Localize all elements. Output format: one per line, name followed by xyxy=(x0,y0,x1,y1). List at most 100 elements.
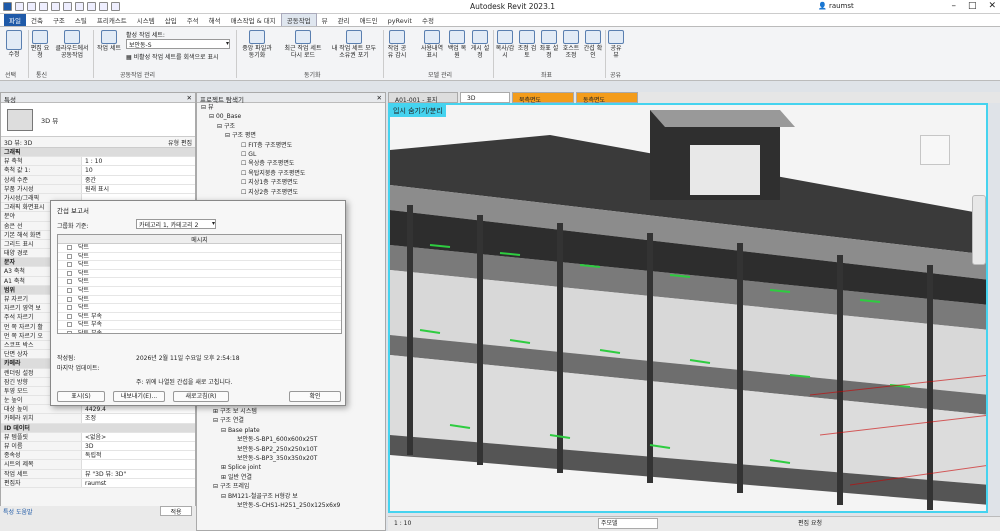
ribbon-tab[interactable]: 건축 xyxy=(26,14,48,26)
tree-node-base[interactable]: ⊟ 00_Base xyxy=(201,112,385,121)
open-icon[interactable] xyxy=(15,2,24,11)
property-row[interactable]: 상세 수준 중간 xyxy=(1,175,195,185)
gray-inactive-toggle[interactable]: ▦ 비활성 작업 세트를 회색으로 표시 xyxy=(126,52,219,61)
ribbon-tab[interactable]: 애드인 xyxy=(355,14,383,26)
clash-list-item[interactable]: 닥트 xyxy=(58,261,341,270)
property-value[interactable]: 4429.4 xyxy=(81,405,195,414)
ribbon-tab[interactable]: 뷰 xyxy=(317,14,333,26)
clash-list-item[interactable]: 닥트 xyxy=(58,296,341,305)
tree-leaf[interactable]: 보안동-S-CHS1-H251_250x125x6x9 xyxy=(201,501,381,510)
editing-requests-status[interactable]: 편집 요청 xyxy=(798,517,822,530)
property-row[interactable]: ID 데이터 xyxy=(1,423,195,433)
model-selector[interactable]: 주모델 xyxy=(598,518,658,529)
tree-node[interactable]: ⊟ 구조 연결 xyxy=(201,416,381,425)
shared-views-button[interactable]: 공유 뷰 xyxy=(607,30,625,59)
ribbon-tab[interactable]: 주석 xyxy=(182,14,204,26)
tree-node[interactable]: ⊞ Splice joint xyxy=(201,463,381,472)
tree-leaf[interactable]: ☐ 옥탑지붕층 구조평면도 xyxy=(201,169,385,178)
tree-node-structure[interactable]: ⊟ 구조 xyxy=(201,122,385,131)
relinquish-all-button[interactable]: 내 작업 세트 모두 소유권 포기 xyxy=(329,30,379,59)
minimize-button[interactable]: – xyxy=(951,1,956,11)
interference-check-button[interactable]: 간섭 확인 xyxy=(583,30,603,59)
ribbon-tab[interactable]: 구조 xyxy=(48,14,70,26)
show-history-button[interactable]: 사용내역 표시 xyxy=(420,30,444,59)
ribbon-tab[interactable]: 공동작업 xyxy=(280,13,317,26)
measure-icon[interactable] xyxy=(75,2,84,11)
print-icon[interactable] xyxy=(63,2,72,11)
ribbon-tab[interactable]: 해석 xyxy=(204,14,226,26)
cloud-collab-button[interactable]: 클라우드에서 공동작업 xyxy=(53,30,91,59)
property-row[interactable]: 그래픽 xyxy=(1,148,195,158)
clash-list-item[interactable]: 닥트 부속 xyxy=(58,321,341,330)
quick-access-toolbar[interactable] xyxy=(3,2,120,11)
revit-logo-icon[interactable] xyxy=(3,2,12,11)
user-name[interactable]: 👤 raumst xyxy=(818,2,854,10)
text-icon[interactable] xyxy=(87,2,96,11)
copy-monitor-button[interactable]: 복사/감시 xyxy=(495,30,515,59)
reload-latest-button[interactable]: 최근 작업 세트 다시 로드 xyxy=(281,30,325,59)
coordination-review-button[interactable]: 조정 검토 xyxy=(517,30,537,59)
property-value[interactable]: 3D xyxy=(81,442,195,451)
tree-leaf[interactable]: 보안동-S-BP3_350x350x20T xyxy=(201,454,381,463)
save-icon[interactable] xyxy=(27,2,36,11)
3d-viewport[interactable]: 입시 숨기기/분리 xyxy=(388,103,988,513)
instance-selector[interactable]: 3D 뷰: 3D 유형 편집 xyxy=(1,137,195,148)
viewcube-icon[interactable] xyxy=(920,135,950,165)
ribbon-tab[interactable]: 시스템 xyxy=(132,14,160,26)
editing-requests-button[interactable]: 편집 요청 xyxy=(30,30,50,59)
tree-leaf[interactable]: ☐ FIT층 구조평면도 xyxy=(201,141,385,150)
publish-settings-button[interactable]: 게시 설정 xyxy=(470,30,490,59)
tree-node[interactable]: ⊟ BM121-철골구조 H형강 보 xyxy=(201,492,381,501)
property-row[interactable]: 부품 가시성 원래 표시 xyxy=(1,184,195,194)
expand-icon[interactable] xyxy=(67,313,72,319)
tree-leaf[interactable]: ☐ 옥상층 구조평면도 xyxy=(201,159,385,168)
tree-leaf[interactable]: ☐ 지상2층 구조평면도 xyxy=(201,188,385,197)
property-value[interactable]: 10 xyxy=(81,166,195,175)
3d-view-icon[interactable] xyxy=(99,2,108,11)
tree-leaf[interactable]: ☐ 지상1층 구조평면도 xyxy=(201,178,385,187)
clash-list-item[interactable]: 닥트 xyxy=(58,278,341,287)
view-tab-3d[interactable]: 3D xyxy=(460,92,510,103)
property-value[interactable]: 독립적 xyxy=(81,451,195,460)
tree-node-structural-plans[interactable]: ⊟ 구조 평면 xyxy=(201,131,385,140)
clash-list[interactable]: 메시지 닥트 닥트 닥트 닥트 닥트 닥트 닥트 닥트 닥트 부속 닥트 부속 닥트 부속 xyxy=(57,234,342,334)
worksets-button[interactable]: 작업 세트 xyxy=(95,30,123,52)
ribbon-tab[interactable]: 관리 xyxy=(333,14,355,26)
active-workset-dropdown[interactable]: 보안동-S ▾ xyxy=(126,39,230,49)
clash-list-item[interactable]: 닥트 xyxy=(58,287,341,296)
property-row[interactable]: 편집자 raumst xyxy=(1,478,195,488)
group-by-dropdown[interactable]: 카테고리 1, 카테고리 2 ▾ xyxy=(136,219,216,229)
coordination-settings-button[interactable]: 좌표 설정 xyxy=(539,30,559,59)
property-row[interactable]: 뷰 템플릿 <없음> xyxy=(1,432,195,442)
sync-central-button[interactable]: 중앙 파일과 동기화 xyxy=(239,30,275,59)
expand-icon[interactable] xyxy=(67,270,72,276)
close-icon[interactable]: ✕ xyxy=(187,94,192,102)
property-value[interactable]: <없음> xyxy=(81,432,195,441)
property-row[interactable]: 작업 세트 뷰 "3D 뷰: 3D" xyxy=(1,469,195,479)
property-row[interactable]: 종속성 독립적 xyxy=(1,451,195,461)
property-value[interactable]: 중간 xyxy=(81,175,195,184)
show-button[interactable]: 표시(S) xyxy=(57,391,105,402)
expand-icon[interactable] xyxy=(67,296,72,302)
ribbon-tab[interactable]: 삽입 xyxy=(160,14,182,26)
property-row[interactable]: 축척 값 1: 10 xyxy=(1,166,195,176)
clash-list-item[interactable]: 닥트 xyxy=(58,253,341,262)
redo-icon[interactable] xyxy=(51,2,60,11)
expand-icon[interactable] xyxy=(67,262,72,268)
tree-node[interactable]: ⊞ 구조 보 시스템 xyxy=(201,407,381,416)
maximize-button[interactable]: □ xyxy=(968,1,977,11)
clash-list-item[interactable]: 닥트 xyxy=(58,304,341,313)
expand-icon[interactable] xyxy=(67,253,72,259)
tree-node[interactable]: ⊟ 구조 프레임 xyxy=(201,482,381,491)
view-tab-north[interactable]: 북측면도 xyxy=(512,92,574,104)
tree-leaf[interactable]: 보안동-S-BP2_250x250x10T xyxy=(201,445,381,454)
property-row[interactable]: 뷰 축척 1 : 10 xyxy=(1,157,195,167)
navigation-bar[interactable] xyxy=(972,195,986,265)
close-button[interactable]: ✕ xyxy=(988,1,996,11)
expand-icon[interactable] xyxy=(67,305,72,311)
clash-list-item[interactable]: 닥트 부속 xyxy=(58,330,341,333)
ribbon-tab[interactable]: 매스작업 & 대지 xyxy=(226,14,281,26)
reconcile-hosting-button[interactable]: 호스트 조정 xyxy=(561,30,581,59)
property-value[interactable] xyxy=(81,460,195,469)
ok-button[interactable]: 확인 xyxy=(289,391,341,402)
